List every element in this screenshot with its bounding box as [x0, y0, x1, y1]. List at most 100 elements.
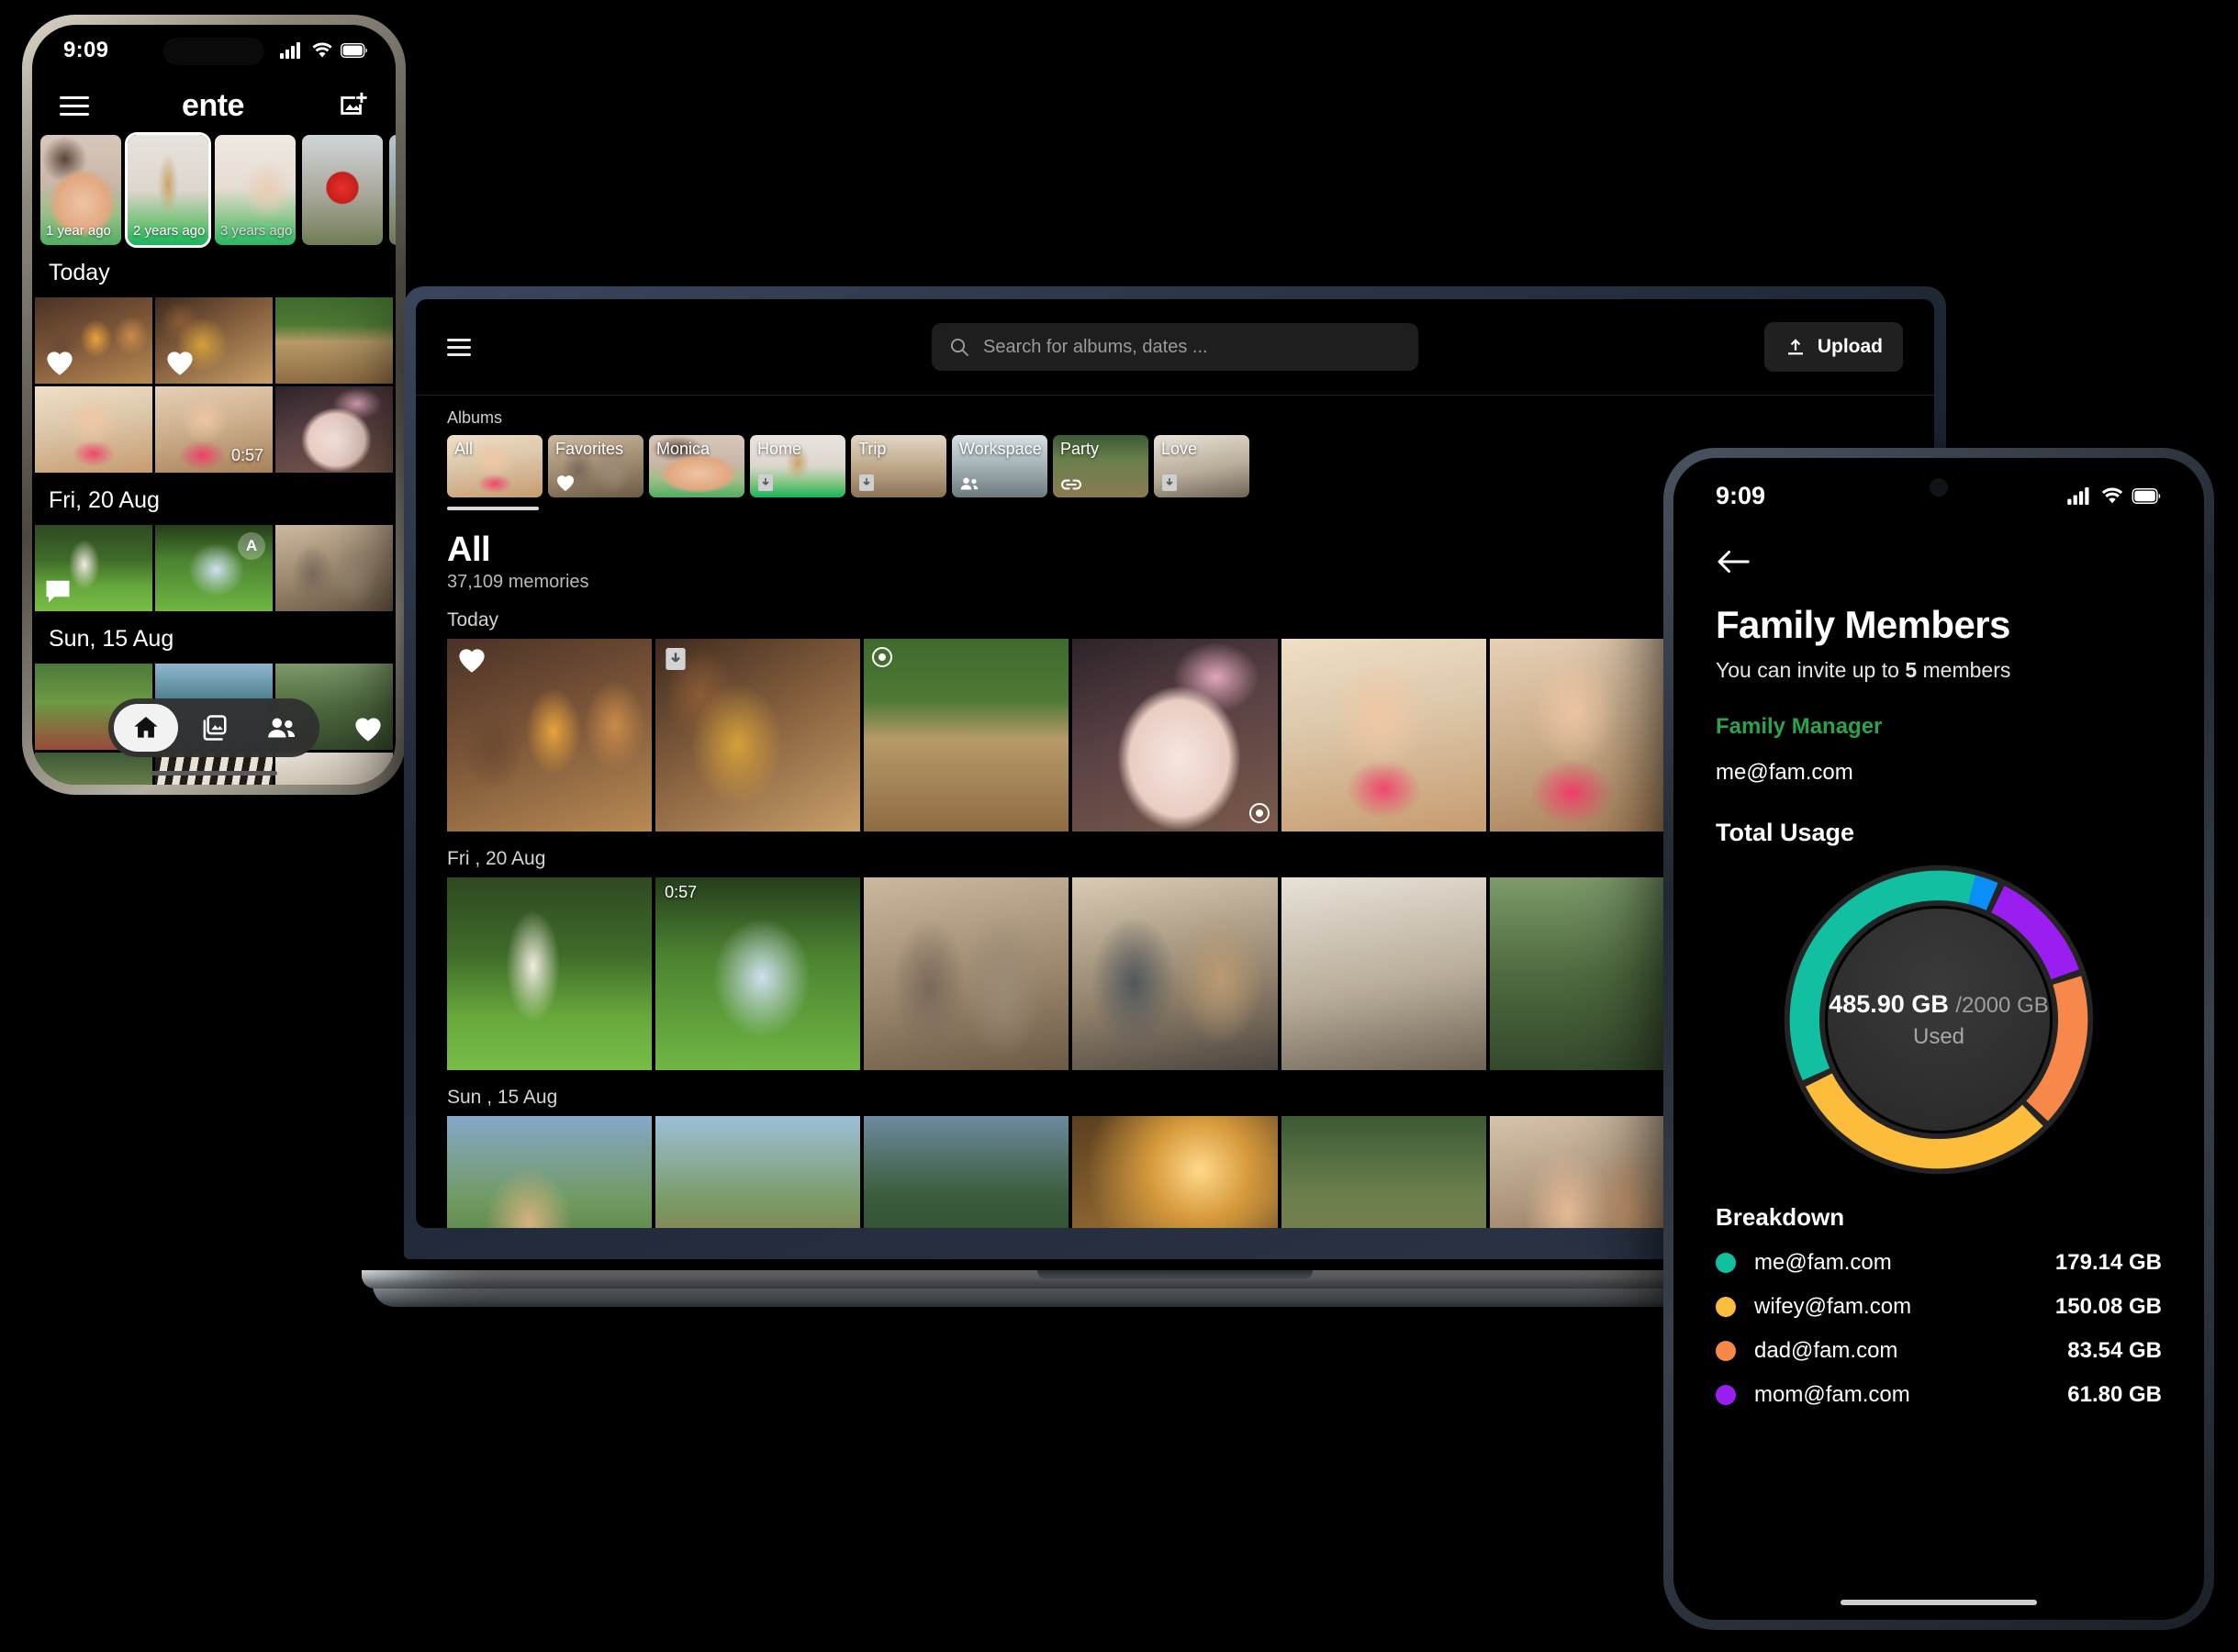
phone-right-device: 9:09 Family Members You can invite up to… [1663, 448, 2214, 1630]
memory-label: 1 year ago [46, 223, 111, 239]
photo-tile[interactable] [1072, 1116, 1278, 1228]
photo-tile[interactable] [1281, 877, 1486, 1070]
status-icons [280, 42, 368, 59]
photo-tile[interactable] [447, 1116, 653, 1228]
album-card-all[interactable]: All [447, 435, 543, 497]
photo-tile[interactable] [275, 753, 393, 785]
wifi-icon [2101, 486, 2123, 503]
home-indicator [1841, 1600, 2037, 1605]
usage-used: 485.90 GB [1829, 989, 1949, 1018]
home-indicator [151, 771, 277, 776]
photo-tile[interactable] [1281, 639, 1486, 832]
memory-card[interactable]: 2 years ago [125, 132, 211, 248]
album-name: Monica [656, 440, 711, 458]
photo-tile[interactable] [275, 297, 393, 384]
memory-card[interactable]: 1 year ago [40, 135, 121, 245]
device-download-icon [666, 648, 686, 670]
phone-right-screen: 9:09 Family Members You can invite up to… [1673, 458, 2204, 1620]
breakdown-row[interactable]: dad@fam.com 83.54 GB [1716, 1338, 2162, 1364]
search-placeholder: Search for albums, dates ... [983, 336, 1208, 357]
album-card-love[interactable]: Love [1154, 435, 1249, 497]
memories-strip[interactable]: 1 year ago 2 years ago 3 years ago [32, 132, 396, 248]
subtitle-post: members [1917, 658, 2011, 682]
photo-tile[interactable] [1281, 1116, 1486, 1228]
photo-tile[interactable] [864, 639, 1069, 832]
member-size: 179.14 GB [2054, 1250, 2162, 1275]
member-limit: 5 [1905, 658, 1918, 682]
nav-home-button[interactable] [114, 704, 178, 752]
photo-tile[interactable] [275, 386, 393, 473]
photo-tile[interactable] [35, 297, 152, 384]
photo-tile[interactable] [447, 639, 653, 832]
arrow-left-icon [1718, 551, 1750, 573]
nav-library-button[interactable] [182, 704, 246, 752]
status-bar: 9:09 [1716, 458, 2162, 524]
legend-color-dot [1716, 1297, 1736, 1317]
comment-bubble-icon [46, 580, 70, 603]
page-subtitle: You can invite up to 5 members [1716, 658, 2162, 683]
upload-button[interactable]: Upload [1763, 322, 1903, 372]
member-size: 61.80 GB [2067, 1382, 2162, 1407]
photo-tile[interactable]: A [155, 525, 273, 611]
memory-card[interactable] [302, 135, 383, 245]
photo-tile[interactable] [155, 753, 273, 785]
breakdown-row[interactable]: me@fam.com 179.14 GB [1716, 1250, 2162, 1276]
nav-shared-button[interactable] [250, 704, 314, 752]
photo-tile[interactable] [35, 386, 152, 473]
photo-tile[interactable] [655, 639, 861, 832]
section-header: Fri, 20 Aug [49, 487, 160, 513]
album-card-monica[interactable]: Monica [649, 435, 744, 497]
dynamic-island [163, 38, 264, 65]
wifi-icon [312, 42, 332, 58]
album-card-favorites[interactable]: Favorites [548, 435, 643, 497]
photo-tile[interactable] [35, 753, 152, 785]
menu-icon[interactable] [60, 91, 89, 121]
photo-tile[interactable] [275, 525, 393, 611]
breakdown-row[interactable]: mom@fam.com 61.80 GB [1716, 1382, 2162, 1408]
photo-tile[interactable] [655, 1116, 861, 1228]
album-card-party[interactable]: Party [1053, 435, 1148, 497]
app-brand-logo: ente [182, 87, 244, 123]
photo-tile[interactable] [1072, 639, 1278, 832]
photo-grid: A [32, 525, 396, 611]
favorite-heart-icon [47, 352, 73, 375]
memory-card[interactable]: 3 years ago [215, 135, 296, 245]
front-camera-icon [1930, 478, 1948, 497]
member-email: me@fam.com [1754, 1250, 1892, 1275]
breakdown-row[interactable]: wifey@fam.com 150.08 GB [1716, 1294, 2162, 1320]
device-download-icon [1162, 474, 1177, 491]
photo-tile[interactable] [155, 297, 273, 384]
search-input[interactable]: Search for albums, dates ... [932, 323, 1418, 371]
people-icon [960, 477, 979, 490]
photo-tile[interactable] [864, 1116, 1069, 1228]
live-photo-icon [1248, 803, 1270, 823]
app-bar: ente [32, 76, 396, 135]
screenshot-root: 9:09 ente 1 year ago 2 years ago 3 years… [0, 0, 2238, 1652]
album-card-home[interactable]: Home [750, 435, 845, 497]
page-title: Family Members [1716, 603, 2010, 646]
photo-tile[interactable]: 0:57 [655, 877, 861, 1070]
photo-tile[interactable] [447, 877, 653, 1070]
donut-center-label: 485.90 GB /2000 GB Used [1828, 909, 2050, 1131]
usage-amount: 485.90 GB /2000 GB [1829, 990, 2049, 1019]
album-card-trip[interactable]: Trip [851, 435, 946, 497]
photo-tile[interactable] [864, 877, 1069, 1070]
photo-tile[interactable] [35, 525, 152, 611]
heart-icon [556, 475, 575, 492]
upload-icon [1787, 339, 1803, 355]
photo-tile[interactable] [1072, 877, 1278, 1070]
album-card-workspace[interactable]: Workspace [952, 435, 1047, 497]
family-manager-email: me@fam.com [1716, 760, 1853, 785]
back-button[interactable] [1716, 524, 2162, 575]
memory-label: 2 years ago [133, 223, 206, 239]
cellular-signal-icon [2067, 486, 2089, 505]
favorite-heart-icon [459, 649, 485, 673]
memory-card[interactable] [389, 135, 396, 245]
menu-icon[interactable] [447, 334, 471, 361]
legend-color-dot [1716, 1253, 1736, 1273]
album-name: Favorites [555, 440, 624, 458]
search-icon [950, 338, 968, 356]
photo-tile[interactable]: 0:57 [155, 386, 273, 473]
add-photo-icon[interactable] [337, 90, 368, 121]
album-name: Trip [858, 440, 887, 458]
